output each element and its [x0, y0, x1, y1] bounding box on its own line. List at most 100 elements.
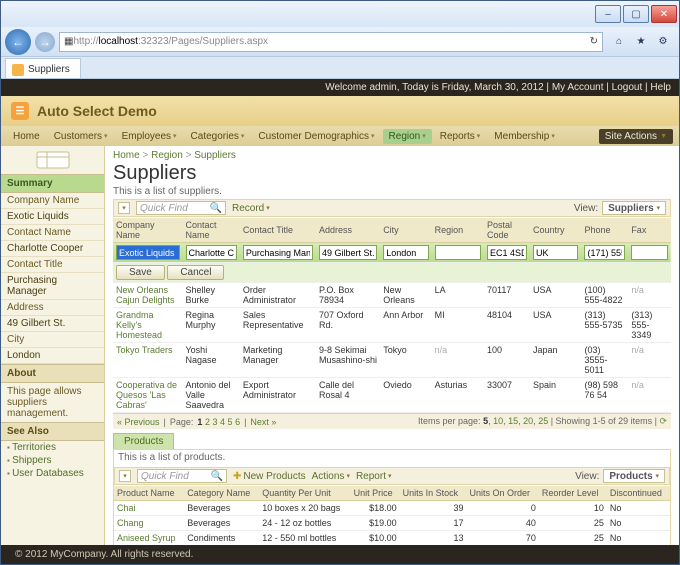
column-header[interactable]: Discontinued — [607, 486, 670, 501]
edit-region-input[interactable] — [435, 245, 481, 260]
tab-products[interactable]: Products — [113, 433, 174, 449]
menu-item-customers[interactable]: Customers ▾ — [48, 129, 114, 144]
column-header[interactable]: Fax — [628, 218, 671, 243]
products-view-selector[interactable]: Products ▾ — [603, 469, 665, 483]
column-header[interactable]: Address — [316, 218, 380, 243]
record-menu[interactable]: Record ▾ — [232, 203, 270, 214]
search-icon[interactable]: 🔍 — [210, 203, 222, 214]
quick-find-input[interactable]: Quick Find 🔍 — [136, 201, 226, 215]
pager-page[interactable]: 3 — [212, 417, 217, 427]
cell-company[interactable]: Tokyo Traders — [113, 343, 183, 378]
menu-item-categories[interactable]: Categories ▾ — [185, 129, 251, 144]
cell-product-name[interactable]: Chang — [114, 516, 184, 531]
view-selector[interactable]: Suppliers ▾ — [602, 201, 666, 215]
pager-prev[interactable]: « Previous — [117, 417, 160, 427]
breadcrumb-link[interactable]: Suppliers — [194, 150, 236, 161]
edit-company-input[interactable] — [116, 245, 180, 260]
menu-item-home[interactable]: Home — [7, 129, 46, 144]
pager-page[interactable]: 1 — [197, 417, 202, 427]
seealso-link[interactable]: Shippers — [1, 454, 104, 467]
edit-postal-input[interactable] — [487, 245, 527, 260]
seealso-link[interactable]: Territories — [1, 441, 104, 454]
menu-item-customer-demographics[interactable]: Customer Demographics ▾ — [252, 129, 380, 144]
column-header[interactable]: Region — [432, 218, 484, 243]
table-row[interactable]: ChaiBeverages10 boxes x 20 bags$18.00390… — [114, 501, 670, 516]
column-header[interactable]: Product Name — [114, 486, 184, 501]
cell-product-name[interactable]: Aniseed Syrup — [114, 531, 184, 546]
cell-company[interactable]: Grandma Kelly's Homestead — [113, 308, 183, 343]
cell-company[interactable]: Cooperativa de Quesos 'Las Cabras' — [113, 378, 183, 413]
actions-menu[interactable]: Actions ▾ — [312, 471, 350, 482]
column-header[interactable]: Contact Title — [240, 218, 316, 243]
column-header[interactable]: Unit Price — [351, 486, 400, 501]
pager-page[interactable]: 6 — [235, 417, 240, 427]
products-quick-find-input[interactable]: Quick Find 🔍 — [137, 469, 227, 483]
table-row[interactable]: Aniseed SyrupCondiments12 - 550 ml bottl… — [114, 531, 670, 546]
column-header[interactable]: Quantity Per Unit — [259, 486, 350, 501]
column-header[interactable]: Phone — [581, 218, 628, 243]
menu-item-membership[interactable]: Membership ▾ — [488, 129, 561, 144]
column-header[interactable]: Country — [530, 218, 581, 243]
favorites-icon[interactable]: ★ — [633, 34, 649, 50]
edit-title-input[interactable] — [243, 245, 313, 260]
edit-country-input[interactable] — [533, 245, 578, 260]
window-minimize[interactable]: – — [595, 5, 621, 23]
nav-forward-button[interactable]: → — [35, 32, 55, 52]
pager-page[interactable]: 5 — [228, 417, 233, 427]
column-header[interactable]: Units In Stock — [400, 486, 467, 501]
table-row[interactable]: Grandma Kelly's HomesteadRegina MurphySa… — [113, 308, 671, 343]
refresh-icon[interactable]: ⟳ — [659, 416, 667, 426]
column-header[interactable]: Postal Code — [484, 218, 530, 243]
window-close[interactable]: ✕ — [651, 5, 677, 23]
report-menu[interactable]: Report ▾ — [356, 471, 392, 482]
column-header[interactable]: Reorder Level — [539, 486, 607, 501]
cancel-button[interactable]: Cancel — [167, 265, 224, 280]
window-maximize[interactable]: ▢ — [623, 5, 649, 23]
table-row[interactable]: Cooperativa de Quesos 'Las Cabras'Antoni… — [113, 378, 671, 413]
edit-city-input[interactable] — [383, 245, 428, 260]
pager-ipp-option[interactable]: 20 — [523, 416, 533, 426]
pager-next[interactable]: Next » — [250, 417, 276, 427]
column-header[interactable]: Category Name — [184, 486, 259, 501]
my-account-link[interactable]: My Account — [552, 82, 604, 93]
toolbar-menu-dropdown[interactable]: ▾ — [119, 470, 131, 482]
column-header[interactable]: Company Name — [113, 218, 183, 243]
refresh-icon[interactable]: ↻ — [590, 36, 598, 47]
home-icon[interactable]: ⌂ — [611, 34, 627, 50]
edit-phone-input[interactable] — [584, 245, 625, 260]
toolbar-menu-dropdown[interactable]: ▾ — [118, 202, 130, 214]
save-button[interactable]: Save — [116, 265, 165, 280]
breadcrumb-link[interactable]: Home — [113, 150, 140, 161]
edit-fax-input[interactable] — [631, 245, 668, 260]
address-bar[interactable]: ▦ http:// localhost :32323/Pages/Supplie… — [59, 32, 603, 52]
cell-company[interactable]: New Orleans Cajun Delights — [113, 283, 183, 308]
menu-item-region[interactable]: Region ▾ — [383, 129, 432, 144]
table-row[interactable]: ChangBeverages24 - 12 oz bottles$19.0017… — [114, 516, 670, 531]
new-products-button[interactable]: ✚ New Products — [233, 471, 306, 482]
tools-icon[interactable]: ⚙ — [655, 34, 671, 50]
site-actions-button[interactable]: Site Actions ▼ — [599, 129, 673, 144]
column-header[interactable]: Units On Order — [467, 486, 539, 501]
pager-ipp-option[interactable]: 5 — [483, 416, 488, 426]
seealso-link[interactable]: User Databases — [1, 467, 104, 480]
breadcrumb-link[interactable]: Region — [151, 150, 183, 161]
help-link[interactable]: Help — [650, 82, 671, 93]
logout-link[interactable]: Logout — [612, 82, 643, 93]
pager-ipp-option[interactable]: 10 — [493, 416, 503, 426]
pager-ipp-option[interactable]: 25 — [538, 416, 548, 426]
cell-product-name[interactable]: Chai — [114, 501, 184, 516]
pager-ipp-option[interactable]: 15 — [508, 416, 518, 426]
column-header[interactable]: City — [380, 218, 431, 243]
edit-address-input[interactable] — [319, 245, 377, 260]
nav-back-button[interactable]: ← — [5, 29, 31, 55]
search-icon[interactable]: 🔍 — [211, 471, 223, 482]
menu-item-reports[interactable]: Reports ▾ — [434, 129, 487, 144]
menu-item-employees[interactable]: Employees ▾ — [116, 129, 183, 144]
edit-contact-input[interactable] — [186, 245, 237, 260]
browser-tab[interactable]: Suppliers — [5, 58, 81, 78]
pager-page[interactable]: 2 — [205, 417, 210, 427]
table-row[interactable]: New Orleans Cajun DelightsShelley BurkeO… — [113, 283, 671, 308]
table-row[interactable]: Tokyo TradersYoshi NagaseMarketing Manag… — [113, 343, 671, 378]
pager-page[interactable]: 4 — [220, 417, 225, 427]
column-header[interactable]: Contact Name — [183, 218, 240, 243]
